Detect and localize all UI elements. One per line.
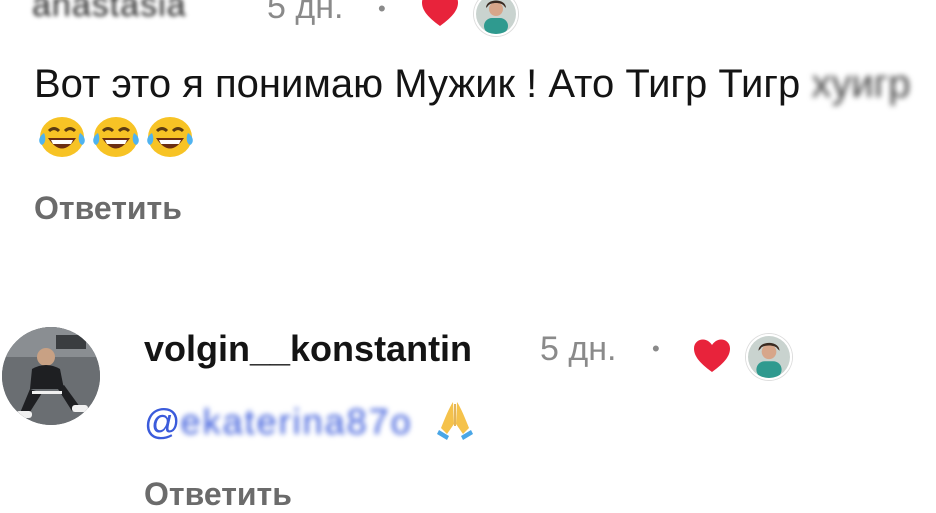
laugh-emoji-group	[36, 113, 198, 159]
comment2-username[interactable]: volgin__konstantin	[144, 328, 472, 370]
comment2-time: 5 дн.	[540, 330, 617, 368]
mention-at: @	[144, 401, 181, 442]
heart-icon[interactable]	[692, 338, 732, 379]
comment1-text-main: Вот это я понимаю Мужик ! Ато Тигр Тигр	[34, 62, 812, 106]
comment1-text-blurred: хуигр	[811, 62, 911, 106]
pray-emoji	[436, 402, 473, 440]
mention-link[interactable]: @ekaterina87o	[144, 398, 477, 443]
comment1-time: 5 дн.	[267, 0, 344, 26]
comment2-separator: •	[652, 336, 660, 361]
mention-handle: ekaterina87o	[180, 401, 413, 442]
comment1-username[interactable]: anastasia	[32, 0, 187, 25]
laugh-emoji	[39, 117, 85, 157]
comment1-text: Вот это я понимаю Мужик ! Ато Тигр Тигр …	[34, 56, 914, 168]
comment1-separator: •	[378, 0, 386, 21]
heart-icon[interactable]	[420, 0, 460, 33]
author-avatar	[746, 334, 792, 380]
reply-button[interactable]: Ответить	[144, 476, 292, 513]
laugh-emoji	[93, 117, 139, 157]
author-avatar	[474, 0, 518, 36]
reply-button[interactable]: Ответить	[34, 190, 182, 227]
user-avatar[interactable]	[2, 327, 100, 425]
laugh-emoji	[147, 117, 193, 157]
